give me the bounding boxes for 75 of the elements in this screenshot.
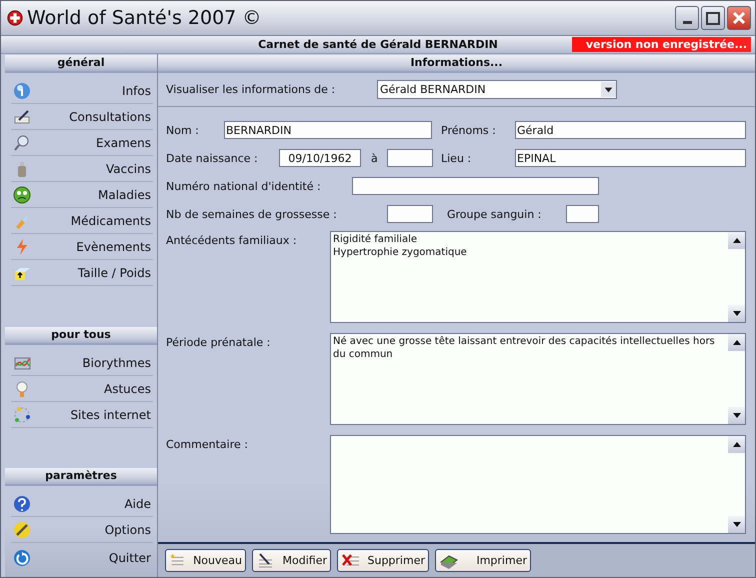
section-title: général (5, 55, 157, 73)
up-arrow-icon (732, 442, 740, 447)
sidebar-item[interactable]: Examens (11, 130, 153, 156)
section-title: paramètres (5, 468, 157, 486)
pen-icon (13, 108, 31, 126)
maximize-button[interactable] (701, 6, 725, 30)
field-label: Antécédents familiaux : (166, 233, 298, 249)
sidebar-item[interactable]: Maladies (11, 182, 153, 208)
sidebar-item[interactable]: Infos (11, 78, 153, 104)
power-icon (13, 549, 31, 567)
field-label: Prénoms : (441, 124, 497, 136)
field-label: Nom : (166, 124, 200, 136)
magnifier-icon (13, 134, 31, 152)
field-label: Période prénatale : (166, 335, 272, 351)
circle-icon (13, 406, 31, 424)
sidebar-item[interactable]: Sites internet (11, 402, 153, 428)
scroll-down-button[interactable] (728, 305, 745, 322)
text-area[interactable]: Né avec une grosse tête laissant entrevoir des capacités intellectuelles hors du commun (330, 333, 746, 425)
selector-label: Visualiser les informations de : (166, 83, 336, 96)
face-icon (13, 186, 31, 204)
minimize-icon (682, 21, 692, 24)
input-field[interactable]: 09/10/1962 (279, 149, 361, 167)
scroll-up-button[interactable] (728, 232, 745, 249)
sidebar-item[interactable]: Astuces (11, 376, 153, 402)
field-label: Numéro national d'identité : (166, 180, 322, 192)
sidebar-item[interactable]: Consultations (11, 104, 153, 130)
help-icon (13, 494, 31, 512)
sidebar-item[interactable]: Biorythmes (11, 350, 153, 376)
maximize-icon (706, 12, 720, 24)
scroll-up-button[interactable] (728, 334, 745, 351)
up-arrow-icon (732, 238, 740, 243)
person-dropdown[interactable]: Gérald BERNARDIN (377, 80, 617, 99)
scroll-down-button[interactable] (728, 516, 745, 533)
panel-title: Informations... (158, 55, 755, 73)
version-badge: version non enregistrée... (572, 37, 751, 52)
scroll-up-button[interactable] (728, 436, 745, 453)
window-title: World of Santé's 2007 © (27, 7, 262, 29)
down-arrow-icon (732, 311, 740, 316)
input-field[interactable]: EPINAL (515, 149, 746, 167)
sidebar-item[interactable]: Médicaments (11, 208, 153, 234)
input-field[interactable] (387, 149, 433, 167)
cross-icon (7, 10, 23, 26)
scroll-down-button[interactable] (728, 407, 745, 424)
action-button[interactable]: Nouveau (165, 549, 246, 572)
input-field[interactable] (566, 205, 599, 223)
info-icon (13, 82, 31, 100)
sidebar-item[interactable]: Options (11, 517, 153, 543)
sidebar-item[interactable]: Vaccins (11, 156, 153, 182)
field-label: Date naissance : (166, 152, 259, 164)
sidebar-item[interactable]: Aide (11, 491, 153, 517)
close-icon (733, 12, 745, 24)
field-label: Groupe sanguin : (447, 208, 542, 220)
input-field[interactable]: BERNARDIN (224, 121, 432, 139)
text-area[interactable]: Rigidité familiale Hypertrophie zygomatique (330, 231, 746, 323)
input-field[interactable] (352, 177, 599, 195)
action-button[interactable]: Imprimer (435, 549, 531, 572)
up-arrow-icon (732, 340, 740, 345)
input-field[interactable]: Gérald (515, 121, 746, 139)
header-title: Carnet de santé de Gérald BERNARDIN (258, 38, 498, 51)
action-button[interactable]: Modifier (252, 549, 331, 572)
minimize-button[interactable] (675, 6, 699, 30)
down-arrow-icon (732, 413, 740, 418)
down-arrow-icon (732, 522, 740, 527)
sidebar-item[interactable]: Quitter (11, 543, 153, 573)
input-field[interactable] (387, 205, 433, 223)
field-label: à (371, 152, 379, 164)
sidebar-item[interactable]: Taille / Poids (11, 260, 153, 286)
text-area[interactable] (330, 435, 746, 534)
field-label: Lieu : (441, 152, 472, 164)
action-button[interactable]: Supprimer (337, 549, 429, 572)
field-label: Nb de semaines de grossesse : (166, 208, 338, 220)
field-label: Commentaire : (166, 437, 249, 453)
section-title: pour tous (5, 327, 157, 345)
sidebar-item[interactable]: Evènements (11, 234, 153, 260)
close-button[interactable] (727, 6, 751, 30)
